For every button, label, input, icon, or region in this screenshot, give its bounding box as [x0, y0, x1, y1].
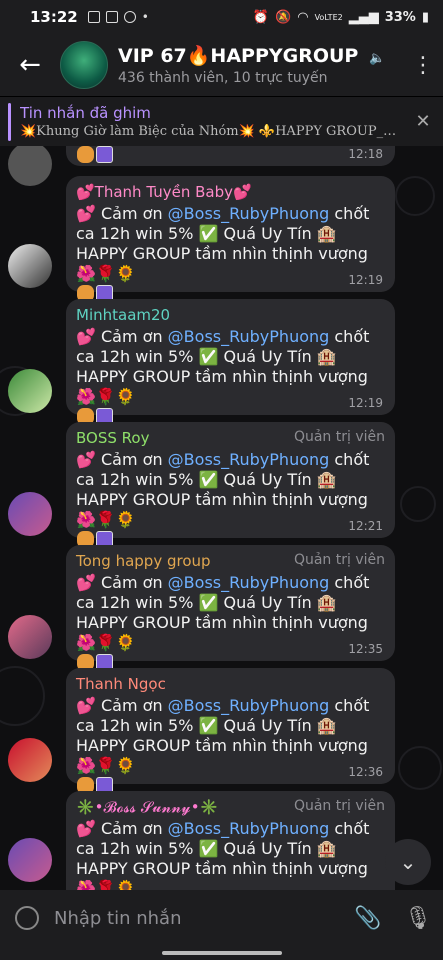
avatar[interactable]: [8, 838, 52, 882]
sender-name[interactable]: Thanh Ngọc: [76, 675, 166, 693]
avatar[interactable]: [8, 244, 52, 288]
message-bubble[interactable]: Tong happy group Quản trị viên 💕 Cảm ơn …: [66, 545, 395, 671]
status-bar: 13:22 • ⏰ 🔕 ◠ VoLTE2 ▂▄▆ 33% ▮: [0, 0, 443, 34]
message-time: 12:19: [348, 273, 383, 287]
message-bubble[interactable]: Minhtaam20 💕 Cảm ơn @Boss_RubyPhuong chố…: [66, 299, 395, 425]
status-time: 13:22: [30, 8, 78, 26]
microphone-icon[interactable]: 🎙: [393, 906, 443, 931]
sender-name[interactable]: Minhtaam20: [76, 306, 170, 324]
message-input-bar: Nhập tin nhắn 📎 🎙: [0, 890, 443, 946]
chat-area[interactable]: 12:18 💕Thanh Tuyền Baby💕 💕 Cảm ơn @Boss_…: [0, 146, 443, 890]
message-bubble[interactable]: BOSS Roy Quản trị viên 💕 Cảm ơn @Boss_Ru…: [66, 422, 395, 548]
message-time: 12:18: [348, 147, 383, 161]
group-subtitle: 436 thành viên, 10 trực tuyến: [118, 70, 328, 86]
admin-role-label: Quản trị viên: [293, 429, 385, 445]
message-text-start: 💕 Cảm ơn: [76, 573, 168, 592]
message-text: 💕 Cảm ơn @Boss_RubyPhuong chốt ca 12h wi…: [76, 450, 385, 550]
message-time: 12:19: [348, 396, 383, 410]
more-vertical-icon[interactable]: ⋮: [403, 53, 443, 78]
message-bubble[interactable]: 12:18: [66, 146, 395, 166]
avatar[interactable]: [8, 369, 52, 413]
wifi-icon: ◠: [297, 9, 309, 25]
message-text: 💕 Cảm ơn @Boss_RubyPhuong chốt ca 12h wi…: [76, 819, 385, 890]
message-time: 12:36: [348, 765, 383, 779]
chevron-down-icon: ⌄: [399, 850, 417, 874]
sender-name[interactable]: ✳️•𝓑𝓸𝓼𝓼 𝓢𝓾𝓷𝓷𝔂•✳️: [76, 798, 218, 816]
avatar[interactable]: [8, 146, 52, 186]
avatar[interactable]: [8, 738, 52, 782]
battery-percent: 33%: [384, 9, 416, 25]
message-time: 12:21: [348, 519, 383, 533]
background-doodle: [398, 746, 442, 790]
mention-link[interactable]: @Boss_RubyPhuong: [168, 696, 330, 715]
group-avatar[interactable]: [60, 41, 108, 89]
battery-icon: ▮: [421, 9, 429, 25]
home-indicator[interactable]: [161, 951, 282, 955]
sender-name[interactable]: 💕Thanh Tuyền Baby💕: [76, 183, 252, 201]
mention-link[interactable]: @Boss_RubyPhuong: [168, 573, 330, 592]
mute-icon: 🔕: [275, 9, 292, 25]
bouquet-emoji: [77, 146, 94, 163]
message-bubble[interactable]: ✳️•𝓑𝓸𝓼𝓼 𝓢𝓾𝓷𝓷𝔂•✳️ Quản trị viên 💕 Cảm ơn …: [66, 791, 395, 890]
app-icon: [105, 11, 118, 23]
mention-link[interactable]: @Boss_RubyPhuong: [168, 819, 330, 838]
message-text-start: 💕 Cảm ơn: [76, 450, 168, 469]
sender-name[interactable]: Tong happy group: [76, 552, 211, 570]
gallery-icon: [87, 11, 100, 23]
message-text: 💕 Cảm ơn @Boss_RubyPhuong chốt ca 12h wi…: [76, 204, 385, 304]
message-text-start: 💕 Cảm ơn: [76, 204, 168, 223]
mention-link[interactable]: @Boss_RubyPhuong: [168, 450, 330, 469]
dot-icon: •: [141, 10, 149, 24]
message-bubble[interactable]: Thanh Ngọc 💕 Cảm ơn @Boss_RubyPhuong chố…: [66, 668, 395, 794]
admin-role-label: Quản trị viên: [293, 798, 385, 814]
back-button[interactable]: ←: [0, 50, 60, 80]
muted-icon: 🔈: [368, 51, 386, 66]
message-text-start: 💕 Cảm ơn: [76, 819, 168, 838]
smiley-icon: [15, 906, 39, 930]
scroll-down-button[interactable]: ⌄: [385, 839, 431, 885]
mention-link[interactable]: @Boss_RubyPhuong: [168, 204, 330, 223]
arrow-left-icon: ←: [19, 50, 41, 80]
navigation-bar: [0, 946, 443, 960]
background-doodle: [0, 666, 45, 726]
message-text: 💕 Cảm ơn @Boss_RubyPhuong chốt ca 12h wi…: [76, 696, 385, 796]
background-doodle: [400, 486, 436, 522]
avatar[interactable]: [8, 615, 52, 659]
avatar[interactable]: [8, 492, 52, 536]
status-right: ⏰ 🔕 ◠ VoLTE2 ▂▄▆ 33% ▮: [253, 10, 429, 25]
message-time: 12:35: [348, 642, 383, 656]
background-doodle: [395, 176, 435, 216]
message-text-start: 💕 Cảm ơn: [76, 696, 168, 715]
paperclip-icon[interactable]: 📎: [343, 906, 393, 931]
pinned-message-bar[interactable]: Tin nhắn đã ghim 💥Khung Giờ làm Biệc của…: [0, 96, 443, 146]
header-info[interactable]: VIP 67🔥HAPPYGROUP 🔈 436 thành viên, 10 t…: [118, 44, 403, 86]
message-text-start: 💕 Cảm ơn: [76, 327, 168, 346]
pinned-message-text: 💥Khung Giờ làm Biệc của Nhóm💥 ⚜️HAPPY GR…: [20, 124, 403, 139]
notification-icons: •: [87, 10, 149, 24]
chat-header: ← VIP 67🔥HAPPYGROUP 🔈 436 thành viên, 10…: [0, 34, 443, 96]
emoji-button[interactable]: [0, 906, 54, 930]
sparkle-emoji: [96, 146, 113, 163]
message-text: 💕 Cảm ơn @Boss_RubyPhuong chốt ca 12h wi…: [76, 327, 385, 427]
network-label: VoLTE2: [314, 12, 343, 22]
message-bubble[interactable]: 💕Thanh Tuyền Baby💕 💕 Cảm ơn @Boss_RubyPh…: [66, 176, 395, 302]
messenger-icon: [123, 11, 136, 23]
close-icon[interactable]: ✕: [403, 111, 443, 132]
sender-name[interactable]: BOSS Roy: [76, 429, 149, 447]
signal-icon: ▂▄▆: [348, 9, 379, 25]
pinned-indicator: [8, 102, 11, 141]
message-text: 💕 Cảm ơn @Boss_RubyPhuong chốt ca 12h wi…: [76, 573, 385, 673]
message-input[interactable]: Nhập tin nhắn: [54, 908, 343, 929]
alarm-icon: ⏰: [252, 9, 270, 25]
mention-link[interactable]: @Boss_RubyPhuong: [168, 327, 330, 346]
group-title: VIP 67🔥HAPPYGROUP: [118, 45, 359, 67]
pinned-title: Tin nhắn đã ghim: [20, 104, 151, 122]
admin-role-label: Quản trị viên: [293, 552, 385, 568]
